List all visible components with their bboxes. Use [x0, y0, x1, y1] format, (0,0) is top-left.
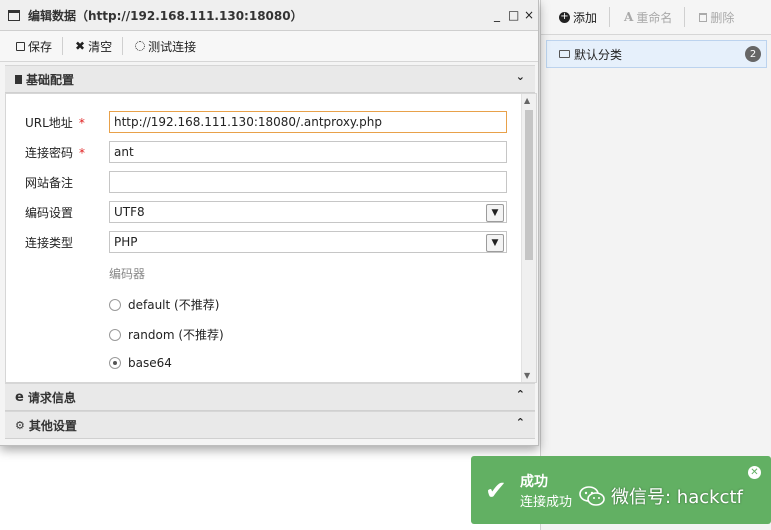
clear-button[interactable]: ✖ 清空 — [69, 31, 122, 61]
password-label: 连接密码 — [25, 145, 74, 160]
encoder-option-base64[interactable]: base64 — [109, 356, 172, 370]
floppy-icon — [16, 41, 25, 51]
encoder-group-label: 编码器 — [109, 267, 146, 281]
chevron-up-icon[interactable]: ⌃ — [516, 416, 525, 429]
save-button[interactable]: 保存 — [10, 31, 62, 61]
note-input[interactable] — [109, 171, 507, 193]
encoder-option-default[interactable]: default (不推荐) — [109, 296, 219, 313]
toast-close-icon[interactable]: ✕ — [748, 466, 761, 479]
chevron-down-icon[interactable]: ▼ — [486, 204, 504, 222]
rename-category-label: 重命名 — [636, 10, 673, 25]
password-row: 连接密码 * — [25, 140, 109, 164]
test-connection-button[interactable]: 测试连接 — [129, 31, 206, 61]
category-label: 默认分类 — [574, 47, 623, 62]
rename-category-button[interactable]: A 重命名 — [620, 0, 684, 34]
scroll-down-arrow-icon[interactable]: ▼ — [524, 371, 530, 380]
folder-icon — [559, 50, 570, 58]
section-other-settings[interactable]: ⚙ 其他设置 ⌃ — [5, 411, 535, 439]
toast-message: 连接成功 — [520, 495, 573, 510]
encoding-row: 编码设置 — [25, 200, 109, 224]
toast-title: 成功 — [520, 474, 548, 490]
save-label: 保存 — [28, 39, 53, 54]
section-request-label: 请求信息 — [27, 390, 76, 405]
scrollbar-thumb[interactable] — [525, 110, 533, 260]
category-count-badge: 2 — [745, 46, 761, 62]
x-icon: ✖ — [75, 39, 86, 53]
radio-button[interactable] — [109, 298, 121, 311]
wechat-logo-icon — [579, 486, 605, 506]
radio-button-selected[interactable] — [109, 357, 121, 369]
type-select[interactable]: PHP ▼ — [109, 231, 507, 253]
type-value: PHP — [114, 235, 138, 249]
add-category-label: 添加 — [573, 10, 598, 25]
basic-config-form: URL地址 * http://192.168.111.130:18080/.ant… — [5, 93, 537, 383]
trash-icon — [699, 12, 708, 22]
minimize-button[interactable]: _ — [492, 8, 502, 22]
encoder-option-label: base64 — [128, 356, 172, 370]
window-icon — [8, 9, 20, 21]
window-controls: _ □ × — [492, 8, 534, 22]
dialog-toolbar: 保存 ✖ 清空 测试连接 — [0, 31, 538, 62]
url-label: URL地址 — [25, 115, 73, 130]
url-row: URL地址 * — [25, 110, 109, 134]
font-icon: A — [624, 10, 634, 24]
toolbar-divider — [609, 7, 611, 27]
gears-icon: ⚙ — [15, 418, 25, 432]
test-connection-label: 测试连接 — [148, 39, 197, 54]
toolbar-divider — [62, 37, 64, 55]
close-button[interactable]: × — [524, 8, 534, 22]
watermark-text: 微信号: hackctf — [611, 487, 743, 508]
plus-circle-icon: + — [559, 11, 570, 23]
section-basic-label: 基础配置 — [26, 72, 75, 87]
encoding-value: UTF8 — [114, 205, 145, 219]
delete-category-button[interactable]: 删除 — [695, 0, 746, 34]
chevron-up-icon[interactable]: ⌃ — [516, 388, 525, 401]
password-input[interactable]: ant — [109, 141, 507, 163]
wechat-watermark: 微信号: hackctf — [579, 483, 743, 509]
required-mark: * — [78, 115, 85, 130]
encoder-option-label: default (不推荐) — [128, 298, 220, 312]
edit-data-dialog: 编辑数据（http://192.168.111.130:18080） _ □ ×… — [0, 0, 539, 446]
document-icon — [15, 74, 22, 84]
dialog-titlebar[interactable]: 编辑数据（http://192.168.111.130:18080） _ □ × — [0, 0, 538, 31]
delete-category-label: 删除 — [710, 10, 735, 25]
scroll-up-arrow-icon[interactable]: ▲ — [524, 96, 530, 105]
encoder-option-label: random (不推荐) — [128, 328, 224, 342]
chevron-down-icon[interactable]: ▼ — [486, 234, 504, 252]
maximize-button[interactable]: □ — [508, 8, 519, 22]
type-row: 连接类型 — [25, 230, 109, 254]
note-row: 网站备注 — [25, 170, 109, 194]
toolbar-divider — [122, 37, 124, 55]
ie-icon: e — [15, 389, 24, 405]
radio-button[interactable] — [109, 328, 121, 341]
chevron-down-icon[interactable]: ⌄ — [516, 70, 525, 83]
section-basic-config[interactable]: 基础配置 ⌄ — [5, 65, 535, 93]
tree-item-default-category[interactable]: 默认分类 2 — [546, 40, 767, 68]
section-request-info[interactable]: e 请求信息 ⌃ — [5, 383, 535, 411]
category-toolbar: + 添加 A 重命名 删除 — [541, 0, 771, 35]
type-label: 连接类型 — [25, 235, 74, 250]
section-other-label: 其他设置 — [28, 418, 77, 433]
required-mark: * — [79, 145, 86, 160]
add-category-button[interactable]: + 添加 — [555, 0, 609, 34]
encoding-select[interactable]: UTF8 ▼ — [109, 201, 507, 223]
encoder-option-random[interactable]: random (不推荐) — [109, 326, 224, 343]
encoding-label: 编码设置 — [25, 205, 74, 220]
spinner-icon — [135, 41, 146, 51]
category-panel: + 添加 A 重命名 删除 默认分类 2 — [540, 0, 771, 530]
form-scrollbar[interactable]: ▲ ▼ — [521, 94, 536, 382]
dialog-title: 编辑数据（http://192.168.111.130:18080） — [28, 8, 303, 23]
url-input[interactable]: http://192.168.111.130:18080/.antproxy.p… — [109, 111, 507, 133]
note-label: 网站备注 — [25, 175, 74, 190]
check-icon: ✔ — [485, 476, 507, 506]
clear-label: 清空 — [88, 39, 113, 54]
toolbar-divider — [684, 7, 686, 27]
